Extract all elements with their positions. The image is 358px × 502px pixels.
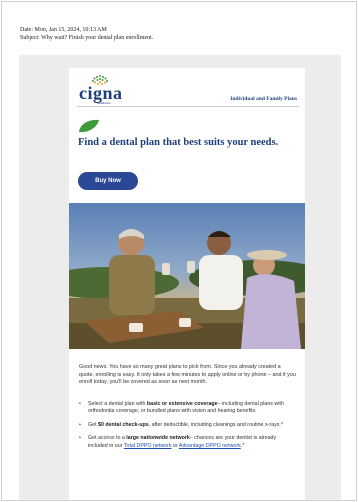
bullet-icon: •	[79, 421, 81, 428]
total-dppo-network-link[interactable]: Total DPPO network	[124, 443, 172, 449]
individual-family-plans-link[interactable]: Individual and Family Plans	[230, 96, 297, 102]
logo-subtext: healthcare	[97, 101, 112, 105]
email-card: cigna healthcare Individual and Family P…	[69, 68, 305, 500]
list-item: • Get access to a large nationwide netwo…	[79, 435, 297, 450]
list-item: • Get $0 dental check-ups, after deducti…	[79, 422, 297, 429]
list-item: • Select a dental plan with basic or ext…	[79, 401, 297, 416]
header-divider	[77, 106, 299, 107]
hero-headline: Find a dental plan that best suits your …	[78, 137, 279, 148]
bullet-text: , after deductible, including cleanings …	[148, 421, 283, 428]
bullet-text: or	[171, 442, 179, 449]
intro-paragraph: Good news. You have so many great plans …	[79, 364, 296, 386]
bullet-icon: •	[79, 435, 81, 442]
page-frame: Date: Mon, Jan 15, 2024, 10:13 AM Subjec…	[1, 1, 357, 501]
family-toast-photo	[69, 203, 305, 349]
bullet-text: Select a dental plan with	[88, 401, 147, 407]
bullet-text: Get	[88, 421, 99, 428]
bullet-emphasis: $0 dental check-ups	[98, 421, 149, 428]
advantage-dppo-network-link[interactable]: Advantage DPPO network	[179, 443, 241, 449]
cigna-logo[interactable]: cigna healthcare	[79, 74, 139, 105]
bullet-emphasis: basic or extensive coverage	[146, 401, 218, 407]
bullet-icon: •	[79, 401, 81, 407]
buy-now-button[interactable]: Buy Now	[78, 172, 138, 190]
benefits-list: • Select a dental plan with basic or ext…	[79, 401, 297, 456]
bullet-text: Get access to a	[88, 435, 127, 442]
leaf-icon	[79, 119, 99, 133]
bullet-text: .*	[240, 442, 245, 449]
bullet-emphasis: large nationwide network	[126, 435, 190, 442]
email-date: Date: Mon, Jan 15, 2024, 10:13 AM	[20, 27, 107, 33]
email-header: Date: Mon, Jan 15, 2024, 10:13 AM Subjec…	[20, 26, 153, 42]
email-subject: Subject: Why wait? Finish your dental pl…	[20, 35, 154, 41]
logo-wordmark: cigna	[79, 83, 123, 103]
